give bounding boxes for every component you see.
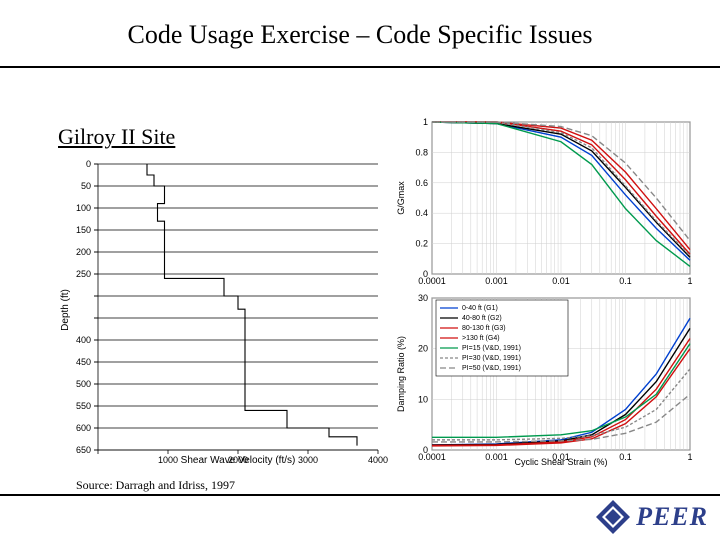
peer-logo-text: PEER <box>636 502 708 532</box>
svg-text:0.2: 0.2 <box>415 239 428 249</box>
svg-text:0.001: 0.001 <box>485 276 508 286</box>
damp-xlabel: Cyclic Shear Strain (%) <box>514 457 607 467</box>
svg-text:0-40 ft (G1): 0-40 ft (G1) <box>462 305 498 312</box>
section-subtitle: Gilroy II Site <box>58 124 175 150</box>
svg-text:1: 1 <box>423 118 428 127</box>
ggmax-ylabel: G/Gmax <box>396 181 406 215</box>
svg-text:150: 150 <box>76 225 91 235</box>
svg-text:1: 1 <box>687 452 692 462</box>
svg-text:4000: 4000 <box>368 455 388 465</box>
svg-text:0.01: 0.01 <box>552 276 570 286</box>
svg-text:20: 20 <box>418 344 428 354</box>
svg-text:>130 ft (G4): >130 ft (G4) <box>462 335 500 342</box>
svg-text:450: 450 <box>76 357 91 367</box>
svg-text:80-130 ft (G3): 80-130 ft (G3) <box>462 325 506 332</box>
svg-text:400: 400 <box>76 335 91 345</box>
svg-text:1000: 1000 <box>158 455 178 465</box>
svg-text:250: 250 <box>76 269 91 279</box>
svg-text:10: 10 <box>418 394 428 404</box>
damp-ylabel: Damping Ratio (%) <box>396 336 406 412</box>
vs-profile-chart: 050100150200250400450500550600650 100020… <box>58 160 388 466</box>
source-caption: Source: Darragh and Idriss, 1997 <box>76 478 235 493</box>
svg-text:0: 0 <box>86 160 91 169</box>
svg-text:200: 200 <box>76 247 91 257</box>
svg-text:PI=50 (V&D, 1991): PI=50 (V&D, 1991) <box>462 365 521 372</box>
svg-text:0.0001: 0.0001 <box>418 276 446 286</box>
svg-text:30: 30 <box>418 293 428 303</box>
svg-text:600: 600 <box>76 423 91 433</box>
svg-text:0.1: 0.1 <box>619 276 632 286</box>
svg-text:50: 50 <box>81 181 91 191</box>
svg-text:0.8: 0.8 <box>415 147 428 157</box>
svg-text:40-80 ft (G2): 40-80 ft (G2) <box>462 315 502 322</box>
svg-text:500: 500 <box>76 379 91 389</box>
peer-logo: PEER <box>596 500 708 534</box>
peer-logo-icon <box>596 500 630 534</box>
svg-text:550: 550 <box>76 401 91 411</box>
page-title: Code Usage Exercise – Code Specific Issu… <box>0 20 720 50</box>
svg-text:0.1: 0.1 <box>619 452 632 462</box>
svg-text:3000: 3000 <box>298 455 318 465</box>
vs-ylabel: Depth (ft) <box>60 289 71 331</box>
rule-bottom <box>0 494 720 496</box>
vs-xlabel: Shear Wave Velocity (ft/s) <box>181 455 296 466</box>
svg-text:650: 650 <box>76 445 91 455</box>
svg-text:PI=30 (V&D, 1991): PI=30 (V&D, 1991) <box>462 355 521 362</box>
svg-text:1: 1 <box>687 276 692 286</box>
rule-top <box>0 66 720 68</box>
svg-text:0.6: 0.6 <box>415 178 428 188</box>
svg-text:0.4: 0.4 <box>415 208 428 218</box>
svg-text:PI=15 (V&D, 1991): PI=15 (V&D, 1991) <box>462 345 521 352</box>
modulus-damping-charts: 00.20.40.60.81 0.00010.0010.010.11 G/Gma… <box>392 118 700 468</box>
svg-text:0.001: 0.001 <box>485 452 508 462</box>
svg-text:0.0001: 0.0001 <box>418 452 446 462</box>
slide-root: Code Usage Exercise – Code Specific Issu… <box>0 0 720 540</box>
svg-text:100: 100 <box>76 203 91 213</box>
